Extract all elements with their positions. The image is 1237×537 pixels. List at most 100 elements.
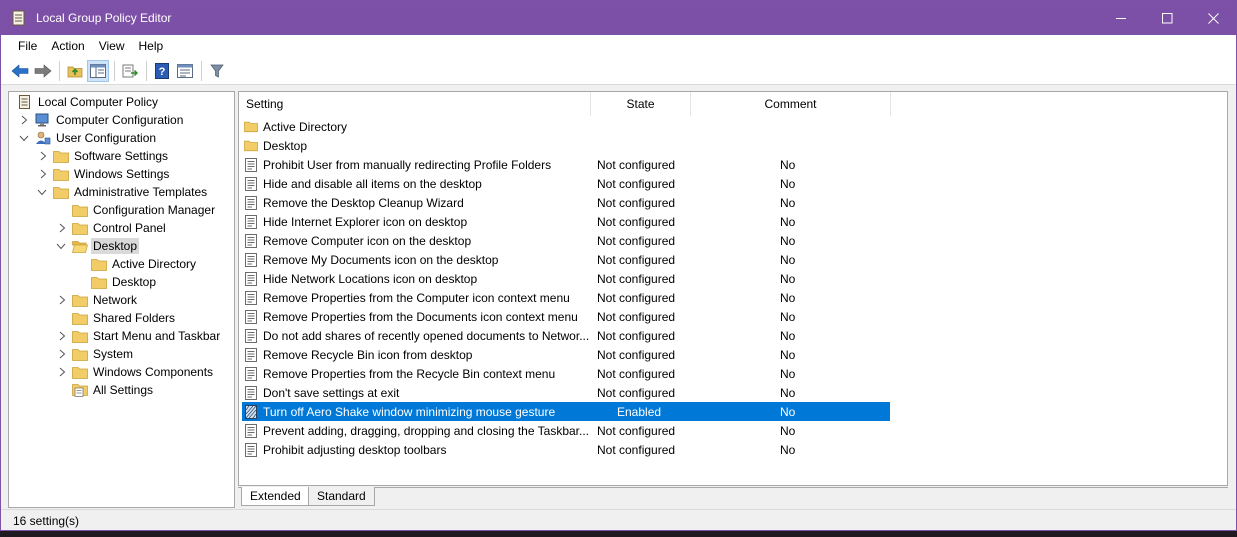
forward-button[interactable]	[32, 60, 54, 82]
minimize-button[interactable]	[1098, 1, 1144, 35]
policy-state: Not configured	[597, 347, 676, 362]
tree-node-windows-components[interactable]: Windows Components	[54, 363, 215, 381]
policy-row[interactable]: Don't save settings at exit Not configur…	[242, 383, 890, 402]
tree-node-start-menu-and-taskbar[interactable]: Start Menu and Taskbar	[54, 327, 222, 345]
policy-state: Not configured	[597, 385, 676, 400]
tree-node-computer-configuration[interactable]: Computer Configuration	[17, 111, 185, 129]
menu-file[interactable]: File	[11, 35, 44, 57]
policy-state: Not configured	[597, 442, 676, 457]
toolbar: ?	[1, 57, 1236, 85]
policy-name: Remove Properties from the Recycle Bin c…	[263, 366, 556, 381]
tree-node-configuration-manager[interactable]: Configuration Manager	[54, 201, 217, 219]
tree-node-all-settings[interactable]: All Settings	[54, 381, 155, 399]
show-hide-tree-button[interactable]	[87, 59, 109, 82]
chevron-down-icon[interactable]	[19, 133, 29, 143]
forward-icon	[34, 63, 52, 78]
policy-row[interactable]: Hide and disable all items on the deskto…	[242, 174, 890, 193]
tab-standard[interactable]: Standard	[308, 487, 375, 506]
policy-row[interactable]: Prevent adding, dragging, dropping and c…	[242, 421, 890, 440]
policy-row[interactable]: Remove the Desktop Cleanup Wizard Not co…	[242, 193, 890, 212]
extended-view-button[interactable]	[174, 60, 196, 82]
tab-extended[interactable]: Extended	[241, 487, 310, 506]
export-list-button[interactable]	[119, 60, 141, 82]
folder-icon	[72, 221, 88, 235]
policy-setting-icon	[244, 157, 258, 172]
policy-comment: No	[780, 252, 796, 267]
policy-name: Don't save settings at exit	[263, 385, 400, 400]
chevron-right-icon[interactable]	[38, 169, 48, 179]
chevron-right-icon[interactable]	[57, 349, 67, 359]
up-one-level-button[interactable]	[64, 60, 86, 82]
tree-node-windows-settings[interactable]: Windows Settings	[35, 165, 171, 183]
policy-name: Hide and disable all items on the deskto…	[263, 176, 482, 191]
maximize-button[interactable]	[1144, 1, 1190, 35]
folder-icon	[53, 167, 69, 181]
column-header-state[interactable]: State	[591, 92, 691, 116]
tree-node-shared-folders[interactable]: Shared Folders	[54, 309, 177, 327]
policy-comment: No	[780, 214, 796, 229]
policy-row[interactable]: Do not add shares of recently opened doc…	[242, 326, 890, 345]
policy-enabled-icon	[244, 404, 258, 419]
title-bar[interactable]: Local Group Policy Editor	[1, 1, 1236, 35]
policy-state: Not configured	[597, 290, 676, 305]
chevron-right-icon[interactable]	[57, 295, 67, 305]
policy-row[interactable]: Remove Recycle Bin icon from desktop Not…	[242, 345, 890, 364]
policy-row-selected[interactable]: Turn off Aero Shake window minimizing mo…	[242, 402, 890, 421]
tree-node-local-computer-policy[interactable]: Local Computer Policy	[17, 93, 160, 111]
folder-icon	[91, 275, 107, 289]
help-button[interactable]: ?	[151, 60, 173, 82]
chevron-right-icon[interactable]	[57, 223, 67, 233]
list-folder-row[interactable]: Desktop	[242, 136, 890, 155]
policy-row[interactable]: Prohibit adjusting desktop toolbars Not …	[242, 440, 890, 459]
policy-row[interactable]: Hide Network Locations icon on desktop N…	[242, 269, 890, 288]
policy-row[interactable]: Remove Properties from the Recycle Bin c…	[242, 364, 890, 383]
policy-row[interactable]: Remove Properties from the Computer icon…	[242, 288, 890, 307]
chevron-right-icon[interactable]	[19, 115, 29, 125]
menu-action[interactable]: Action	[44, 35, 91, 57]
chevron-right-icon[interactable]	[57, 367, 67, 377]
tree-pane[interactable]: Local Computer Policy Computer Configura…	[8, 91, 235, 508]
chevron-right-icon[interactable]	[57, 331, 67, 341]
tree-node-control-panel[interactable]: Control Panel	[54, 219, 168, 237]
policy-row[interactable]: Hide Internet Explorer icon on desktop N…	[242, 212, 890, 231]
policy-row[interactable]: Prohibit User from manually redirecting …	[242, 155, 890, 174]
chevron-down-icon[interactable]	[37, 187, 47, 197]
policy-name: Remove Computer icon on the desktop	[263, 233, 472, 248]
close-button[interactable]	[1190, 1, 1236, 35]
tree-node-desktop-sub[interactable]: Desktop	[73, 273, 158, 291]
policy-app-icon	[12, 10, 26, 26]
policy-comment: No	[780, 404, 796, 419]
status-bar: 16 setting(s)	[1, 509, 1236, 530]
tree-node-desktop[interactable]: Desktop	[54, 237, 140, 255]
menu-help[interactable]: Help	[132, 35, 171, 57]
filter-button[interactable]	[206, 60, 228, 82]
tree-node-administrative-templates[interactable]: Administrative Templates	[35, 183, 209, 201]
policy-name: Remove Properties from the Computer icon…	[263, 290, 570, 305]
settings-list-pane[interactable]: Setting State Comment Active Directory D…	[238, 91, 1228, 486]
tree-node-system[interactable]: System	[54, 345, 135, 363]
tree-node-label: System	[93, 347, 134, 361]
folder-icon	[53, 185, 69, 199]
policy-comment: No	[780, 347, 796, 362]
tree-node-label: Control Panel	[93, 221, 166, 235]
tree-node-label: Desktop	[91, 238, 140, 254]
svg-text:?: ?	[159, 66, 166, 78]
policy-row[interactable]: Remove My Documents icon on the desktop …	[242, 250, 890, 269]
tree-node-label: User Configuration	[56, 131, 157, 145]
policy-row[interactable]: Remove Properties from the Documents ico…	[242, 307, 890, 326]
list-folder-row[interactable]: Active Directory	[242, 117, 890, 136]
back-button[interactable]	[9, 60, 31, 82]
tree-node-active-directory[interactable]: Active Directory	[73, 255, 198, 273]
column-header-setting[interactable]: Setting	[239, 92, 591, 116]
menu-view[interactable]: View	[92, 35, 132, 57]
tree-node-software-settings[interactable]: Software Settings	[35, 147, 170, 165]
policy-row[interactable]: Remove Computer icon on the desktop Not …	[242, 231, 890, 250]
chevron-down-icon[interactable]	[56, 241, 66, 251]
tree-node-network[interactable]: Network	[54, 291, 139, 309]
tree-node-user-configuration[interactable]: User Configuration	[17, 129, 158, 147]
tree-node-label: Active Directory	[112, 257, 197, 271]
column-header-comment[interactable]: Comment	[691, 92, 891, 116]
chevron-right-icon[interactable]	[38, 151, 48, 161]
gpedit-window: Local Group Policy Editor File Action Vi…	[0, 0, 1237, 531]
policy-setting-icon	[244, 442, 258, 457]
